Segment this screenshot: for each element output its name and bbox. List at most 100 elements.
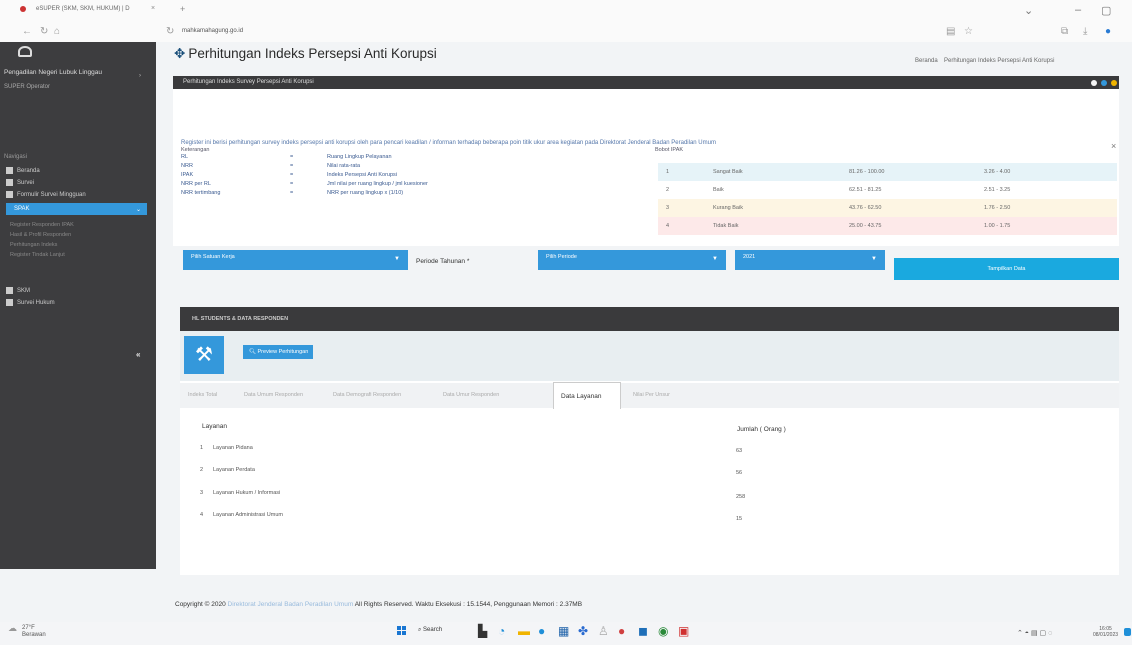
close-icon[interactable]: ×	[1111, 141, 1116, 151]
info-panel-header: Perhitungan Indeks Survey Persepsi Anti …	[173, 76, 1119, 89]
sidebar-item-spak[interactable]: SPAK ⌄	[6, 203, 147, 215]
table-cell-jumlah: 258	[736, 494, 746, 500]
task-view-icon[interactable]: ▙	[478, 624, 487, 638]
table-cell-no: 4	[200, 512, 204, 518]
taskbar-search[interactable]: ⌕ Search	[418, 627, 442, 634]
tab-data-umur[interactable]: Data Umur Responden	[443, 392, 499, 398]
weather-icon: ☁	[8, 623, 17, 633]
sidebar: Pengadilan Negeri Lubuk Linggau › SUPER …	[0, 42, 156, 569]
reader-icon[interactable]: ▤	[946, 26, 955, 37]
ipak-row: 4 Tidak Baik 25.00 - 43.75 1.00 - 1.75	[658, 217, 1117, 235]
periode-label: Periode Tahunan *	[416, 258, 470, 265]
copyright-link[interactable]: Direktorat Jenderal Badan Peradilan Umum	[228, 601, 354, 608]
tab-nilai-per-unsur[interactable]: Nilai Per Unsur	[633, 392, 670, 398]
legend-desc: NRR per ruang lingkup x (1/10)	[327, 190, 404, 196]
table-cell-no: 2	[200, 467, 204, 473]
close-panel-icon[interactable]	[1111, 80, 1117, 86]
window-menu-icon[interactable]: ⌄	[1024, 4, 1033, 17]
dropdown-caret-icon: ▼	[712, 256, 718, 262]
home-icon[interactable]: ⌂	[54, 26, 60, 37]
table-cell-layanan: Layanan Pidana	[213, 445, 253, 451]
tab-data-demografi[interactable]: Data Demografi Responden	[333, 392, 401, 398]
download-icon[interactable]: ⤓	[1083, 26, 1087, 37]
sidebar-item-beranda[interactable]: Beranda	[6, 167, 40, 174]
collections-icon[interactable]: ⧉	[1061, 26, 1068, 37]
sidebar-user: SUPER Operator	[4, 84, 51, 90]
tab-close-icon[interactable]: ×	[151, 5, 155, 12]
breadcrumb-home[interactable]: Beranda	[915, 58, 938, 64]
back-icon[interactable]: ←	[22, 26, 32, 37]
bobot-label: Bobot IPAK	[655, 147, 684, 153]
new-tab-icon[interactable]: +	[180, 4, 185, 14]
url-domain: mahkamahagung.go.id	[182, 28, 244, 34]
expand-panel-icon[interactable]	[1101, 80, 1107, 86]
sidebar-item-survei-hukum[interactable]: Survei Hukum	[6, 299, 55, 306]
keterangan-label: Keterangan	[181, 147, 210, 153]
legend-desc: Indeks Persepsi Anti Korupsi	[327, 172, 398, 178]
table-cell-jumlah: 56	[736, 470, 743, 476]
edge-icon[interactable]: ◔	[498, 624, 505, 638]
sidebar-subitem-perhitungan[interactable]: Perhitungan Indeks	[10, 242, 57, 248]
legend-abbr: NRR per RL	[181, 181, 211, 187]
tab-indeks-total[interactable]: Indeks Total	[188, 392, 217, 398]
refresh-icon[interactable]: ↻	[166, 26, 174, 37]
table-header-layanan: Layanan	[202, 423, 227, 430]
preview-perhitungan-button[interactable]: 🔍︎ Preview Perhitungan	[243, 345, 313, 359]
reload-icon[interactable]: ↻	[40, 26, 48, 37]
legend-eq: =	[290, 163, 294, 169]
windows-start-icon[interactable]	[397, 626, 407, 636]
browser-tabbar: eSUPER (SKM, SKM, HUKUM) | D × + ⌄ – ▢	[0, 0, 1132, 24]
profile-icon[interactable]: ●	[1105, 26, 1111, 37]
search-icon: 🔍︎	[249, 349, 258, 355]
app-red-icon[interactable]: ●	[618, 624, 625, 638]
table-cell-no: 1	[200, 445, 204, 451]
taskbar-clock[interactable]: 16:05 08/01/2023	[1093, 626, 1118, 638]
periode-select[interactable]: Pilih Periode ▼	[538, 250, 726, 270]
sidebar-item-survei[interactable]: Survei	[6, 179, 34, 186]
chrome-icon[interactable]: ◉	[658, 624, 668, 638]
browser-icon[interactable]: ●	[538, 624, 545, 638]
tab-data-umum[interactable]: Data Umum Responden	[244, 392, 303, 398]
home-icon	[6, 167, 13, 174]
app-blue-icon[interactable]: ◼	[638, 624, 648, 638]
survey-icon	[6, 179, 13, 186]
sidebar-collapse-icon[interactable]: «	[136, 350, 140, 359]
people-icon[interactable]: ♙	[598, 624, 609, 638]
page-title: ✥ Perhitungan Indeks Persepsi Anti Korups…	[174, 46, 437, 61]
chevron-right-icon[interactable]: ›	[139, 73, 141, 79]
system-tray-icons[interactable]: ⌃ ◓ ▤ ▢ ◌	[1017, 629, 1052, 637]
form-icon	[6, 191, 13, 198]
browser-tab[interactable]: eSUPER (SKM, SKM, HUKUM) | D	[36, 6, 130, 12]
legend-eq: =	[290, 181, 294, 187]
minimize-panel-icon[interactable]	[1091, 80, 1097, 86]
chevron-down-icon: ⌄	[135, 207, 141, 213]
dropdown-caret-icon: ▼	[871, 256, 877, 262]
store-icon[interactable]: ▦	[558, 624, 569, 638]
table-cell-layanan: Layanan Administrasi Umum	[213, 512, 284, 518]
table-cell-jumlah: 63	[736, 448, 743, 454]
sidebar-item-skm[interactable]: SKM	[6, 287, 30, 294]
info-intro: Register ini berisi perhitungan survey i…	[181, 140, 716, 146]
notification-icon[interactable]	[1124, 628, 1131, 636]
legend-desc: Jml nilai per ruang lingkup / jml kuesio…	[327, 181, 428, 187]
sidebar-item-formulir[interactable]: Formulir Survei Mingguan	[6, 191, 86, 198]
file-explorer-icon[interactable]: ▬	[518, 624, 530, 638]
satuan-kerja-select[interactable]: Pilih Satuan Kerja ▼	[183, 250, 408, 270]
sidebar-title: Pengadilan Negeri Lubuk Linggau	[4, 69, 102, 76]
legend-eq: =	[290, 172, 294, 178]
app-icon[interactable]: ✤	[578, 624, 588, 638]
tab-data-layanan[interactable]: Data Layanan	[553, 382, 621, 409]
sidebar-subitem-hasil[interactable]: Hasil & Profil Responden	[10, 232, 71, 238]
maximize-icon[interactable]: ▢	[1101, 4, 1111, 17]
gavel-icon	[6, 299, 13, 306]
sidebar-subitem-register[interactable]: Register Responden IPAK	[10, 222, 74, 228]
url-field[interactable]: mahkamahagung.go.id	[182, 28, 243, 34]
favorite-icon[interactable]: ☆	[964, 26, 973, 37]
pdf-icon[interactable]: ▣	[678, 624, 689, 638]
legend-abbr: NRR	[181, 163, 193, 169]
sidebar-subitem-tindak-lanjut[interactable]: Register Tindak Lanjut	[10, 252, 65, 258]
tampilkan-data-button[interactable]: Tampilkan Data	[894, 258, 1119, 280]
weather-widget[interactable]: ☁ 27°F Berawan	[8, 624, 46, 639]
tahun-select[interactable]: 2021 ▼	[735, 250, 885, 270]
minimize-icon[interactable]: –	[1075, 4, 1081, 16]
